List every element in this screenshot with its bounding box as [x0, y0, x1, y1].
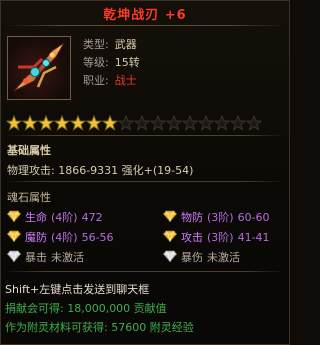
soulstone-slot: 暴伤 未激活 [162, 249, 240, 265]
level-label: 等级: [83, 56, 109, 69]
filled-star-icon [70, 115, 86, 131]
enhancement-stars [6, 115, 262, 133]
soulstone-slot: 生命 (4阶) 472 [6, 209, 103, 225]
empty-star-icon [118, 115, 134, 131]
soulstone-stat: 魔防 [25, 231, 47, 244]
soulstone-value: 472 [81, 210, 103, 224]
physical-attack-line: 物理攻击: 1866-9331 强化+(19-54) [7, 164, 194, 177]
white-gem-icon [6, 250, 25, 265]
blade-weapon-icon [13, 42, 65, 92]
empty-star-icon [230, 115, 246, 131]
filled-star-icon [86, 115, 102, 131]
class-label: 职业: [83, 74, 109, 87]
item-type-row: 类型: 武器 [83, 37, 137, 53]
soulstone-attributes-title: 魂石属性 [7, 191, 51, 204]
item-tooltip: 乾坤战刃 +6 类型: 武器 等级: 15转 职业: 战士 基础属性 物理攻击:… [0, 0, 290, 345]
gold-gem-icon [162, 230, 181, 245]
item-name: 乾坤战刃 +6 [103, 8, 187, 23]
section-divider [5, 181, 285, 182]
item-icon [7, 36, 71, 100]
level-value: 15转 [114, 56, 140, 69]
soulstone-slot: 攻击 (3阶) 41-41 [162, 229, 270, 245]
type-value: 武器 [114, 38, 137, 51]
gold-gem-icon [162, 210, 181, 225]
white-gem-icon [162, 250, 181, 265]
soulstone-value: 未激活 [51, 251, 84, 264]
soulstone-value: 56-56 [81, 230, 114, 244]
soulstone-value: 未激活 [207, 251, 240, 264]
filled-star-icon [102, 115, 118, 131]
soulstone-stat: 暴击 [25, 251, 47, 264]
filled-star-icon [6, 115, 22, 131]
soulstone-slot: 魔防 (4阶) 56-56 [6, 229, 114, 245]
soulstone-slot: 物防 (3阶) 60-60 [162, 209, 270, 225]
item-level-row: 等级: 15转 [83, 55, 140, 71]
soulstone-stat: 生命 [25, 211, 47, 224]
soulstone-stat: 暴伤 [181, 251, 203, 264]
soulstone-value: 60-60 [237, 210, 270, 224]
soulstone-tier: (3阶) [207, 211, 234, 224]
enchant-material-line: 作为附灵材料可获得: 57600 附灵经验 [5, 321, 194, 334]
filled-star-icon [38, 115, 54, 131]
section-divider [5, 271, 285, 272]
soulstone-tier: (4阶) [51, 231, 78, 244]
soulstone-value: 41-41 [237, 230, 270, 244]
soulstone-stat: 物防 [181, 211, 203, 224]
empty-star-icon [214, 115, 230, 131]
soulstone-tier: (4阶) [51, 211, 78, 224]
soulstone-slot: 暴击 未激活 [6, 249, 84, 265]
empty-star-icon [134, 115, 150, 131]
filled-star-icon [54, 115, 70, 131]
gold-gem-icon [6, 230, 25, 245]
section-divider [5, 135, 285, 136]
empty-star-icon [198, 115, 214, 131]
empty-star-icon [246, 115, 262, 131]
donation-value-line: 捐献会可得: 18,000,000 贡献值 [5, 302, 167, 315]
empty-star-icon [166, 115, 182, 131]
gold-gem-icon [6, 210, 25, 225]
shift-click-hint: Shift+左键点击发送到聊天框 [5, 283, 150, 296]
empty-star-icon [182, 115, 198, 131]
title-divider [5, 25, 285, 26]
empty-star-icon [150, 115, 166, 131]
type-label: 类型: [83, 38, 109, 51]
soulstone-tier: (3阶) [207, 231, 234, 244]
class-value: 战士 [114, 74, 137, 87]
item-class-row: 职业: 战士 [83, 73, 137, 89]
soulstone-stat: 攻击 [181, 231, 203, 244]
basic-attributes-title: 基础属性 [7, 144, 51, 157]
filled-star-icon [22, 115, 38, 131]
